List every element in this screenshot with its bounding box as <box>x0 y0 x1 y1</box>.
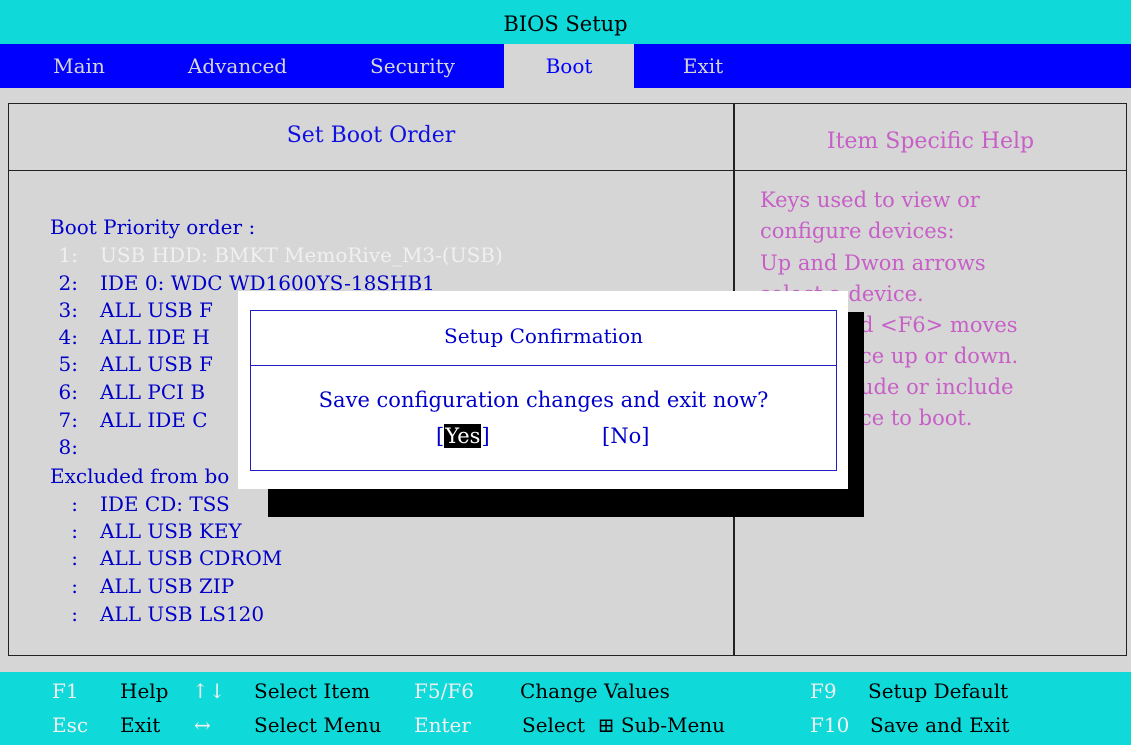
key-enter: Enter <box>414 713 471 737</box>
help-line: ce to boot. <box>860 406 973 430</box>
boot-priority-item[interactable]: 8: <box>50 433 100 461</box>
up-down-arrows-icon: ↑↓ <box>192 679 226 703</box>
boot-priority-item[interactable]: 4: ALL IDE H <box>50 323 210 351</box>
excluded-item[interactable]: : ALL USB ZIP <box>50 572 234 600</box>
left-right-arrows-icon: ↔ <box>194 713 211 737</box>
excluded-device-label: ALL USB CDROM <box>100 546 283 570</box>
boot-priority-number: 7: <box>58 408 78 432</box>
boot-priority-item[interactable]: 7: ALL IDE C <box>50 406 208 434</box>
excluded-marker: : <box>71 602 78 626</box>
excluded-device-label: IDE CD: TSS <box>100 492 230 516</box>
boot-device-label: ALL USB F <box>100 352 213 376</box>
boot-priority-number: 5: <box>58 352 78 376</box>
key-f1: F1 <box>52 679 79 703</box>
excluded-marker: : <box>71 519 78 543</box>
boot-priority-item[interactable]: 6: ALL PCI B <box>50 378 206 406</box>
key-save-exit-desc: Save and Exit <box>870 713 1010 737</box>
excluded-device-label: ALL USB LS120 <box>100 602 265 626</box>
key-setup-default-desc: Setup Default <box>868 679 1009 703</box>
boot-device-label: ALL IDE C <box>100 408 208 432</box>
boot-device-label: USB HDD: BMKT MemoRive_M3-(USB) <box>100 243 503 267</box>
key-select-submenu-desc: Select ⊞ Sub-Menu <box>522 713 726 737</box>
yes-button[interactable]: [Yes] <box>436 421 490 451</box>
boot-priority-item[interactable]: 5: ALL USB F <box>50 350 213 378</box>
boot-device-label: ALL IDE H <box>100 325 210 349</box>
boot-priority-number: 3: <box>58 298 78 322</box>
key-select-menu-desc: Select Menu <box>254 713 382 737</box>
help-line: configure devices: <box>760 219 955 243</box>
excluded-item[interactable]: : ALL USB LS120 <box>50 600 264 628</box>
boot-priority-number: 4: <box>58 325 78 349</box>
key-f10: F10 <box>810 713 850 737</box>
excluded-item[interactable]: : ALL USB CDROM <box>50 544 282 572</box>
excluded-device-label: ALL USB KEY <box>100 519 242 543</box>
menu-bar: Main Advanced Security Boot Exit <box>0 44 1131 88</box>
boot-priority-number: 6: <box>58 380 78 404</box>
boot-priority-item[interactable]: 1: USB HDD: BMKT MemoRive_M3-(USB) <box>50 241 503 269</box>
help-line: ce up or down. <box>860 344 1019 368</box>
help-line: d <F6> moves <box>860 313 1018 337</box>
key-f5-f6: F5/F6 <box>414 679 474 703</box>
excluded-marker: : <box>71 574 78 598</box>
boot-priority-item[interactable]: 3: ALL USB F <box>50 296 213 324</box>
excluded-marker: : <box>71 546 78 570</box>
yes-label: Yes <box>444 424 482 448</box>
tab-exit[interactable]: Exit <box>668 44 738 88</box>
key-help-desc: Help <box>120 679 169 703</box>
key-esc: Esc <box>52 713 89 737</box>
boot-device-label: ALL PCI B <box>100 380 206 404</box>
boot-priority-number: 1: <box>58 243 78 267</box>
dialog-title: Setup Confirmation <box>444 324 643 348</box>
tab-boot[interactable]: Boot <box>504 44 634 88</box>
boot-priority-number: 2: <box>58 271 78 295</box>
boot-priority-heading: Boot Priority order : <box>50 215 256 239</box>
key-f9: F9 <box>810 679 837 703</box>
key-exit-desc: Exit <box>120 713 161 737</box>
dialog-divider <box>250 365 837 366</box>
excluded-item[interactable]: : IDE CD: TSS <box>50 490 230 518</box>
help-line: Up and Dwon arrows <box>760 251 986 275</box>
boot-device-label: ALL USB F <box>100 298 213 322</box>
help-line: Keys used to view or <box>760 188 980 212</box>
key-change-values-desc: Change Values <box>520 679 670 703</box>
excluded-heading: Excluded from bo <box>50 464 230 488</box>
key-select-item-desc: Select Item <box>254 679 371 703</box>
main-panel-title: Set Boot Order <box>286 123 456 148</box>
no-button[interactable]: [No] <box>602 421 649 451</box>
yes-bracket-open: [ <box>436 424 445 448</box>
excluded-item[interactable]: : ALL USB KEY <box>50 517 242 545</box>
dialog-message: Save configuration changes and exit now? <box>318 388 769 412</box>
help-panel-title: Item Specific Help <box>826 129 1035 154</box>
tab-advanced[interactable]: Advanced <box>180 44 295 88</box>
tab-security[interactable]: Security <box>360 44 465 88</box>
excluded-marker: : <box>71 492 78 516</box>
yes-bracket-close: ] <box>481 424 490 448</box>
tab-main[interactable]: Main <box>44 44 114 88</box>
boot-priority-number: 8: <box>58 435 78 459</box>
window-title: BIOS Setup <box>0 0 1131 44</box>
excluded-device-label: ALL USB ZIP <box>100 574 235 598</box>
help-line: ude or include <box>860 375 1014 399</box>
